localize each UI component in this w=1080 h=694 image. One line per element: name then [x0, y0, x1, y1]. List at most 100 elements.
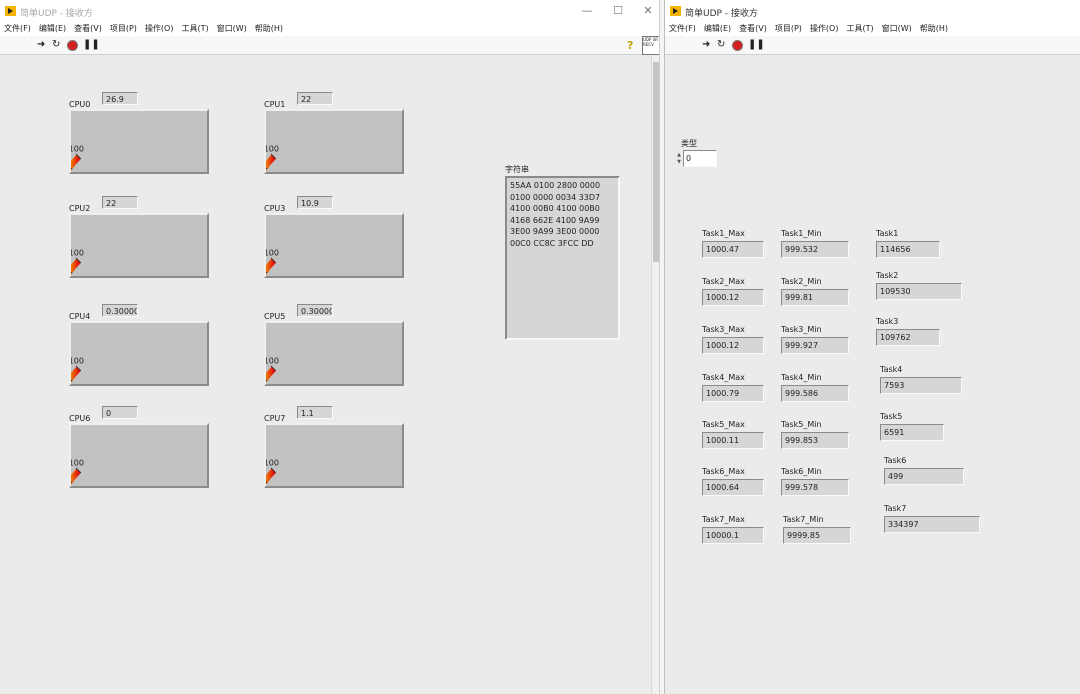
menu-view[interactable]: 查看(V) — [74, 22, 102, 36]
gauge-dial: 020406080100 — [266, 144, 279, 171]
gauge-tick-label: 100 — [71, 248, 84, 257]
type-input[interactable]: 0 — [683, 150, 717, 167]
menu-file[interactable]: 文件(F) — [669, 22, 696, 36]
menu-edit[interactable]: 编辑(E) — [704, 22, 731, 36]
left-menu-bar: 文件(F) 编辑(E) 查看(V) 项目(P) 操作(O) 工具(T) 窗口(W) 帮助(H) — [0, 22, 659, 36]
cpu-gauge: 020406080100 — [264, 109, 404, 174]
task-count-label: Task2 — [876, 271, 899, 280]
gauge-digital-display: 0 — [102, 406, 138, 419]
left-title-bar[interactable]: 简单UDP - 接收方 — ☐ ✕ — [0, 0, 659, 22]
gauge-digital-display: 0.30000 — [102, 304, 138, 317]
string-line: 3E00 9A99 3E00 0000 — [510, 227, 600, 236]
pause-icon[interactable]: ❚❚ — [748, 40, 765, 50]
gauge-dial: 020406080100 — [71, 248, 84, 275]
gauge-digital-display: 22 — [297, 92, 333, 105]
menu-help[interactable]: 帮助(H) — [920, 22, 948, 36]
run-arrow-icon[interactable]: ➜ — [702, 40, 710, 50]
menu-tools[interactable]: 工具(T) — [846, 22, 873, 36]
gauge-color-arc — [71, 258, 81, 275]
task-max-label: Task6_Max — [702, 467, 745, 476]
gauge-label: CPU0 — [69, 100, 91, 109]
gauge-dial: 020406080100 — [266, 356, 279, 383]
run-continuously-icon[interactable]: ↻ — [717, 40, 725, 50]
task-min-indicator: 999.927 — [781, 337, 849, 354]
maximize-button[interactable]: ☐ — [609, 4, 627, 17]
task-count-indicator: 6591 — [880, 424, 944, 441]
gauge-digital-display: 0.30000 — [297, 304, 333, 317]
close-button[interactable]: ✕ — [639, 4, 657, 17]
task-min-indicator: 999.586 — [781, 385, 849, 402]
cpu-gauge: 020406080100 — [69, 423, 209, 488]
minimize-button[interactable]: — — [578, 4, 596, 17]
gauge-color-arc — [71, 154, 81, 171]
task-max-label: Task7_Max — [702, 515, 745, 524]
task-count-label: Task3 — [876, 317, 899, 326]
gauge-label: CPU3 — [264, 204, 286, 213]
string-line: 55AA 0100 2800 0000 — [510, 181, 601, 190]
gauge-label: CPU5 — [264, 312, 286, 321]
spin-arrows-icon[interactable]: ▲ ▼ — [676, 152, 682, 166]
abort-icon[interactable] — [732, 40, 743, 51]
task-max-indicator: 1000.64 — [702, 479, 764, 496]
task-max-indicator: 1000.12 — [702, 289, 764, 306]
task-max-indicator: 1000.11 — [702, 432, 764, 449]
menu-project[interactable]: 项目(P) — [775, 22, 802, 36]
string-line: 0100 0000 0034 33D7 — [510, 192, 601, 202]
gauge-digital-display: 26.9 — [102, 92, 138, 105]
task-min-indicator: 999.81 — [781, 289, 849, 306]
menu-operate[interactable]: 操作(O) — [810, 22, 839, 36]
abort-icon[interactable] — [67, 40, 78, 51]
menu-project[interactable]: 项目(P) — [110, 22, 137, 36]
string-label: 字符串 — [505, 165, 529, 174]
task-max-indicator: 1000.12 — [702, 337, 764, 354]
gauge-dial: 020406080100 — [266, 458, 279, 485]
gauge-label: CPU7 — [264, 414, 286, 423]
cpu-gauge: 020406080100 — [264, 213, 404, 278]
run-continuously-icon[interactable]: ↻ — [52, 40, 60, 50]
task-count-indicator: 109530 — [876, 283, 962, 300]
string-line: 4168 662E 4100 9A99 — [510, 215, 600, 225]
type-label: 类型 — [681, 139, 697, 148]
labview-icon — [670, 6, 681, 16]
menu-window[interactable]: 窗口(W) — [882, 22, 912, 36]
task-count-indicator: 109762 — [876, 329, 940, 346]
gauge-label: CPU1 — [264, 100, 286, 109]
vertical-scrollbar[interactable] — [651, 56, 659, 694]
menu-operate[interactable]: 操作(O) — [145, 22, 174, 36]
gauge-tick-label: 100 — [266, 458, 279, 467]
right-menu-bar: 文件(F) 编辑(E) 查看(V) 项目(P) 操作(O) 工具(T) 窗口(W) 帮助(H) — [665, 22, 1080, 36]
menu-help[interactable]: 帮助(H) — [255, 22, 283, 36]
left-window-title: 简单UDP - 接收方 — [20, 9, 93, 19]
menu-window[interactable]: 窗口(W) — [217, 22, 247, 36]
gauge-color-arc — [266, 154, 276, 171]
gauge-label: CPU6 — [69, 414, 91, 423]
gauge-tick-label: 100 — [266, 356, 279, 365]
help-icon[interactable]: ? — [627, 39, 633, 52]
cpu-gauge: 020406080100 — [69, 321, 209, 386]
task-count-label: Task7 — [884, 504, 907, 513]
right-title-bar[interactable]: 简单UDP - 接收方 — [665, 0, 1080, 22]
task-min-label: Task1_Min — [781, 229, 822, 238]
gauge-tick-label: 100 — [266, 248, 279, 257]
task-count-label: Task1 — [876, 229, 899, 238]
menu-view[interactable]: 查看(V) — [739, 22, 767, 36]
gauge-tick-label: 100 — [71, 458, 84, 467]
menu-file[interactable]: 文件(F) — [4, 22, 31, 36]
labview-icon — [5, 6, 16, 16]
cpu-gauge: 020406080100 — [264, 321, 404, 386]
gauge-tick-label: 100 — [266, 144, 279, 153]
run-arrow-icon[interactable]: ➜ — [37, 40, 45, 50]
gauge-dial: 020406080100 — [71, 356, 84, 383]
pause-icon[interactable]: ❚❚ — [83, 40, 100, 50]
task-min-label: Task4_Min — [781, 373, 822, 382]
gauge-label: CPU4 — [69, 312, 91, 321]
left-toolbar: ➜ ↻ ❚❚ ? UDP SR RECV — [0, 36, 659, 55]
menu-tools[interactable]: 工具(T) — [181, 22, 208, 36]
task-min-label: Task2_Min — [781, 277, 822, 286]
task-min-indicator: 999.578 — [781, 479, 849, 496]
cpu-gauge: 020406080100 — [69, 213, 209, 278]
string-line: 00C0 CC8C 3FCC DD — [510, 238, 594, 248]
right-toolbar: ➜ ↻ ❚❚ — [665, 36, 1080, 55]
menu-edit[interactable]: 编辑(E) — [39, 22, 66, 36]
task-count-label: Task6 — [884, 456, 907, 465]
